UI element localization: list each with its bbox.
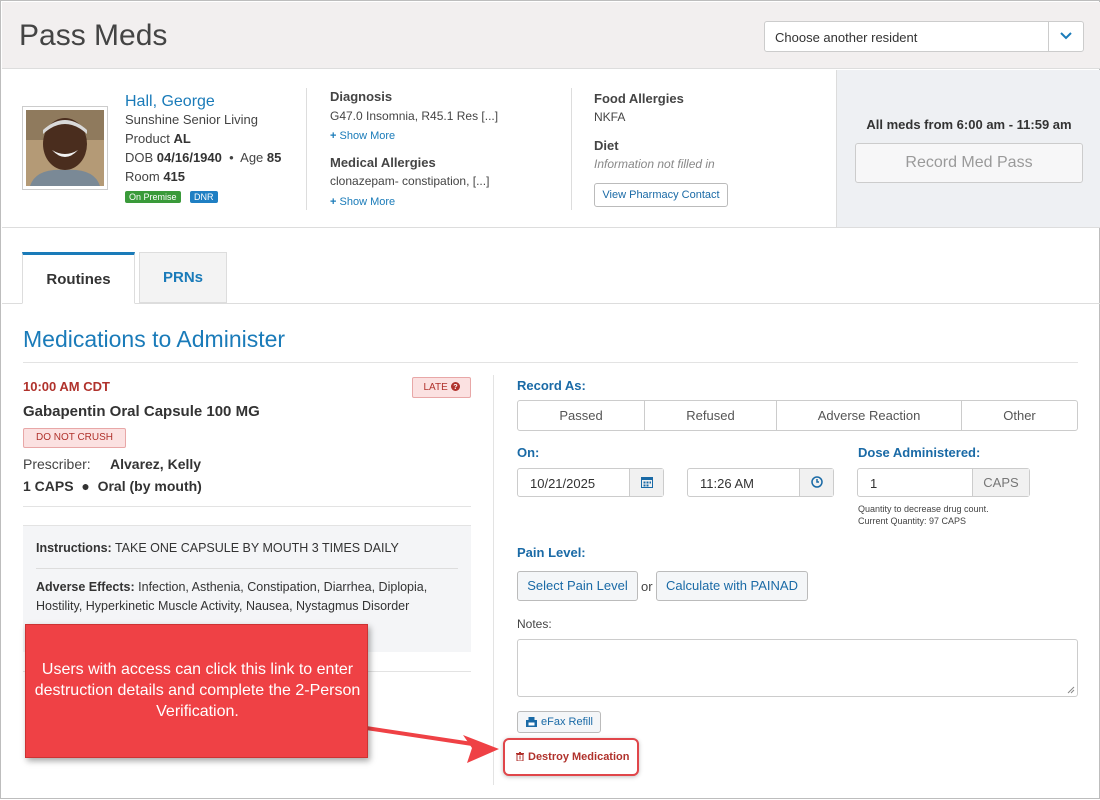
- callout-box: Users with access can click this link to…: [25, 624, 368, 758]
- medication-name: Gabapentin Oral Capsule 100 MG: [23, 403, 260, 420]
- record-as-options: Passed Refused Adverse Reaction Other: [517, 400, 1078, 431]
- diet-label: Diet: [594, 138, 619, 153]
- diagnosis-label: Diagnosis: [330, 89, 393, 104]
- efax-refill-button[interactable]: eFax Refill: [517, 711, 601, 733]
- calculate-painad-button[interactable]: Calculate with PAINAD: [656, 571, 808, 601]
- resident-select-toggle[interactable]: [1048, 22, 1083, 51]
- adverse-effects: Adverse Effects: Infection, Asthenia, Co…: [36, 580, 428, 613]
- view-pharmacy-contact-button[interactable]: View Pharmacy Contact: [594, 183, 728, 207]
- pain-level-label: Pain Level:: [517, 545, 586, 560]
- food-allergies-value: NKFA: [594, 110, 626, 124]
- divider: [571, 88, 572, 210]
- page-title: Pass Meds: [19, 19, 168, 52]
- resident-room: Room 415: [125, 169, 186, 184]
- dose-administered-label: Dose Administered:: [858, 445, 981, 460]
- resize-handle-icon: [1067, 686, 1075, 694]
- record-passed-option[interactable]: Passed: [518, 401, 645, 430]
- divider: [36, 568, 458, 569]
- badge-on-premise: On Premise: [125, 191, 181, 203]
- resident-photo: [22, 106, 108, 190]
- notes-textarea[interactable]: [517, 639, 1078, 697]
- divider: [23, 506, 471, 507]
- resident-name-link[interactable]: Hall, George: [125, 93, 215, 111]
- time-value: 11:26 AM: [700, 476, 754, 491]
- quantity-note: Quantity to decrease drug count. Current…: [858, 503, 989, 527]
- callout-text: Users with access can click this link to…: [34, 661, 361, 720]
- or-text: or: [641, 579, 653, 594]
- late-badge: LATE ?: [412, 377, 471, 398]
- medical-allergies-label: Medical Allergies: [330, 155, 436, 170]
- diet-value: Information not filled in: [594, 157, 715, 171]
- date-input[interactable]: 10/21/2025: [517, 468, 664, 497]
- avatar: [26, 110, 104, 186]
- clock-button[interactable]: [799, 469, 833, 496]
- calendar-button[interactable]: [629, 469, 663, 496]
- fax-icon: [526, 717, 537, 727]
- divider: [306, 88, 307, 210]
- on-label: On:: [517, 445, 540, 460]
- badge-dnr: DNR: [190, 191, 218, 203]
- current-quantity: Current Quantity: 97 CAPS: [858, 516, 967, 526]
- time-input[interactable]: 11:26 AM: [687, 468, 834, 497]
- record-refused-option[interactable]: Refused: [645, 401, 777, 430]
- destroy-medication-link[interactable]: Destroy Medication: [516, 751, 630, 763]
- diagnosis-show-more[interactable]: + Show More: [330, 130, 395, 142]
- destroy-medication-label: Destroy Medication: [528, 751, 630, 763]
- destroy-medication-highlight: Destroy Medication: [503, 738, 639, 776]
- instructions: Instructions: TAKE ONE CAPSULE BY MOUTH …: [36, 541, 399, 555]
- section-title: Medications to Administer: [23, 326, 286, 352]
- med-time: 10:00 AM CDT: [23, 379, 110, 394]
- svg-text:?: ?: [453, 382, 457, 391]
- dose-input[interactable]: 1 CAPS: [857, 468, 1030, 497]
- record-med-pass-button[interactable]: Record Med Pass: [855, 143, 1083, 183]
- resident-dob-age: DOB 04/16/1940 • Age 85: [125, 150, 282, 165]
- resident-facility: Sunshine Senior Living: [125, 112, 258, 127]
- date-value: 10/21/2025: [530, 476, 596, 491]
- column-divider: [493, 375, 494, 785]
- divider: [23, 362, 1078, 363]
- resident-select[interactable]: Choose another resident: [764, 21, 1084, 52]
- quantity-note-line: Quantity to decrease drug count.: [858, 504, 989, 514]
- header-bar: Pass Meds Choose another resident: [2, 2, 1100, 69]
- app-frame: Pass Meds Choose another resident Hall, …: [0, 0, 1100, 799]
- chevron-down-icon: [1060, 32, 1072, 40]
- prescriber-label: Prescriber:: [23, 456, 91, 472]
- clock-icon: [811, 476, 823, 488]
- dose-route: 1 CAPS ● Oral (by mouth): [23, 478, 202, 494]
- do-not-crush-badge: DO NOT CRUSH: [23, 428, 126, 448]
- notes-label: Notes:: [517, 617, 552, 631]
- record-as-label: Record As:: [517, 378, 586, 393]
- resident-select-value: Choose another resident: [775, 30, 918, 45]
- medical-allergies-value: clonazepam- constipation, [...]: [330, 174, 490, 188]
- food-allergies-label: Food Allergies: [594, 91, 684, 106]
- tab-prns[interactable]: PRNs: [139, 252, 227, 303]
- med-pass-panel: All meds from 6:00 am - 11:59 am Record …: [836, 70, 1100, 228]
- allergies-show-more[interactable]: + Show More: [330, 196, 395, 208]
- tab-routines[interactable]: Routines: [22, 252, 135, 304]
- tab-baseline: [2, 303, 1100, 304]
- trash-icon: [516, 752, 524, 761]
- efax-refill-label: eFax Refill: [541, 716, 593, 728]
- prescriber-name: Alvarez, Kelly: [110, 456, 202, 472]
- diagnosis-value: G47.0 Insomnia, R45.1 Res [...]: [330, 109, 499, 123]
- dose-unit: CAPS: [972, 469, 1029, 496]
- question-circle-icon: ?: [450, 382, 460, 391]
- record-adverse-reaction-option[interactable]: Adverse Reaction: [777, 401, 962, 430]
- calendar-icon: [641, 477, 653, 488]
- resident-product: Product AL: [125, 131, 191, 146]
- select-pain-level-button[interactable]: Select Pain Level: [517, 571, 638, 601]
- resident-panel: Hall, George Sunshine Senior Living Prod…: [2, 70, 836, 228]
- dose-value: 1: [870, 476, 878, 491]
- med-window-text: All meds from 6:00 am - 11:59 am: [866, 117, 1072, 132]
- record-other-option[interactable]: Other: [962, 401, 1077, 430]
